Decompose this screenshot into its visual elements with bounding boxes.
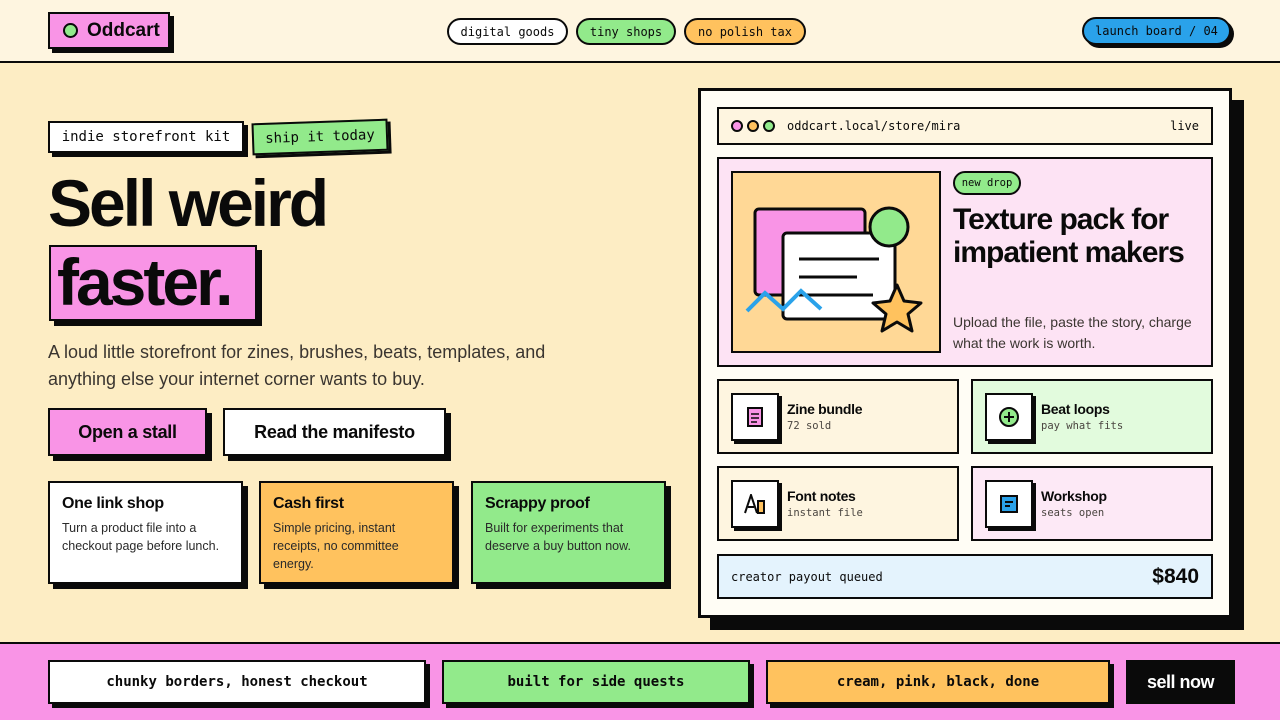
sell-now-button[interactable]: sell now [1126, 660, 1235, 704]
product-card-zine-bundle[interactable]: Zine bundle 72 sold [717, 379, 959, 454]
product-card-workshop[interactable]: Workshop seats open [971, 466, 1213, 541]
window-dot-icon [731, 120, 743, 132]
texture-pack-illustration-icon [745, 206, 923, 333]
footer-pill-chunky-borders: chunky borders, honest checkout [48, 660, 426, 704]
pill-tiny-shops[interactable]: tiny shops [576, 18, 676, 45]
card-title: One link shop [62, 495, 164, 512]
open-stall-button[interactable]: Open a stall [48, 408, 207, 456]
launch-board-link[interactable]: launch board / 04 [1082, 17, 1231, 45]
store-url: oddcart.local/store/mira [787, 119, 961, 133]
document-icon [731, 393, 779, 441]
headline-line2: faster. [57, 245, 233, 319]
address-bar[interactable]: oddcart.local/store/mira live [717, 107, 1213, 145]
product-illustration [731, 171, 941, 353]
product-meta: instant file [787, 507, 863, 519]
featured-product-title: Texture pack for impatient makers [953, 203, 1185, 269]
product-card-beat-loops[interactable]: Beat loops pay what fits [971, 379, 1213, 454]
tag-indie-storefront-kit: indie storefront kit [48, 121, 244, 153]
pill-digital-goods[interactable]: digital goods [447, 18, 568, 45]
brand-name: Oddcart [87, 19, 160, 41]
font-icon [731, 480, 779, 528]
headline-line1: Sell weird [48, 166, 329, 240]
card-title: Scrappy proof [485, 495, 590, 512]
product-meta: pay what fits [1041, 420, 1124, 432]
featured-product-description: Upload the file, paste the story, charge… [953, 314, 1192, 351]
hero-lead: A loud little storefront for zines, brus… [48, 342, 546, 389]
calendar-icon [985, 480, 1033, 528]
footer-pill-side-quests: built for side quests [442, 660, 750, 704]
footer-pill-colors: cream, pink, black, done [766, 660, 1110, 704]
window-dot-icon [747, 120, 759, 132]
product-name: Beat loops [1041, 401, 1110, 417]
new-drop-badge: new drop [953, 171, 1021, 195]
card-body: Built for experiments that deserve a buy… [485, 521, 631, 553]
tag-ship-it-today: ship it today [251, 118, 389, 156]
product-name: Workshop [1041, 488, 1107, 504]
feature-card-cash-first: Cash first Simple pricing, instant recei… [259, 481, 454, 584]
feature-card-scrappy-proof: Scrappy proof Built for experiments that… [471, 481, 666, 584]
product-card-font-notes[interactable]: Font notes instant file [717, 466, 959, 541]
feature-card-one-link-shop: One link shop Turn a product file into a… [48, 481, 243, 584]
product-name: Zine bundle [787, 401, 863, 417]
window-dot-icon [763, 120, 775, 132]
payout-bar: creator payout queued $840 [717, 554, 1213, 599]
product-meta: seats open [1041, 507, 1105, 519]
pill-no-polish-tax[interactable]: no polish tax [684, 18, 806, 45]
brand-logo[interactable]: Oddcart [48, 12, 170, 49]
card-body: Simple pricing, instant receipts, no com… [273, 521, 399, 571]
card-body: Turn a product file into a checkout page… [62, 521, 220, 553]
card-title: Cash first [273, 495, 344, 512]
logo-dot-icon [63, 23, 78, 38]
product-meta: 72 sold [787, 420, 832, 432]
read-manifesto-button[interactable]: Read the manifesto [223, 408, 446, 456]
live-status: live [1170, 119, 1199, 133]
payout-label: creator payout queued [731, 569, 883, 584]
payout-amount: $840 [1152, 564, 1199, 588]
plus-circle-icon [985, 393, 1033, 441]
product-name: Font notes [787, 488, 856, 504]
